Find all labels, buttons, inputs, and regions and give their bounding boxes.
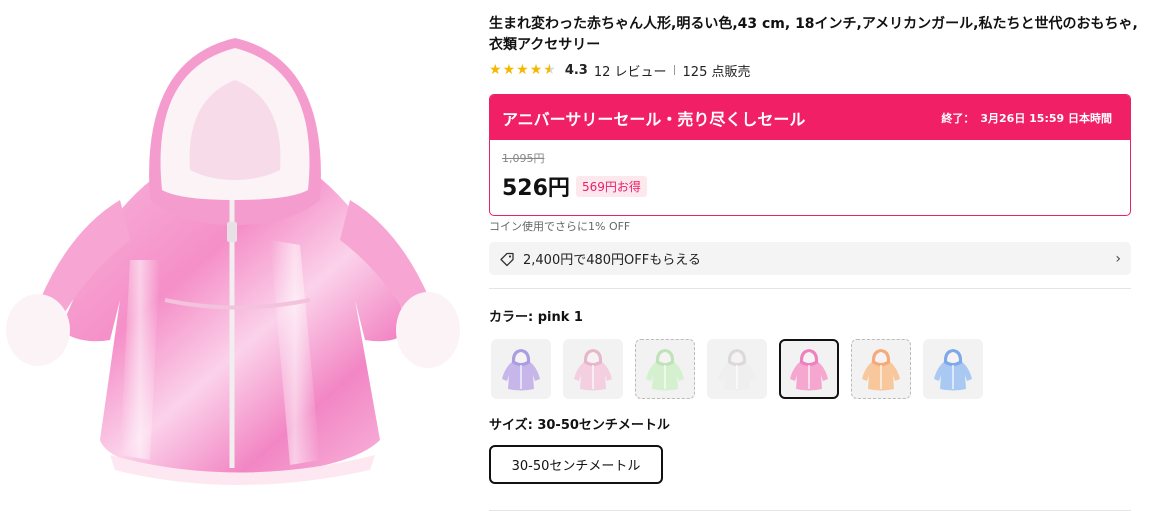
- savings-badge: 569円お得: [575, 175, 647, 197]
- sale-end-time: 終了： 3月26日 15:59 日本時間: [941, 110, 1112, 126]
- product-title: 生まれ変わった赤ちゃん人形,明るい色,43 cm, 18インチ,アメリカンガール…: [489, 16, 1138, 53]
- size-label: サイズ: 30-50センチメートル: [489, 418, 670, 433]
- coat-thumbnail-icon: [862, 349, 900, 391]
- color-swatch-white[interactable]: [707, 339, 767, 399]
- color-swatch-purple[interactable]: [491, 339, 551, 399]
- star-icon: ★: [516, 62, 529, 78]
- price-row: 526円 569円お得: [502, 170, 1118, 202]
- tag-icon: [500, 252, 514, 266]
- half-star-icon: ★: [543, 62, 556, 78]
- coat-thumbnail-icon: [646, 349, 684, 391]
- coin-note: コイン使用でさらに1% OFF: [489, 220, 631, 233]
- sold-count: 125 点販売: [682, 64, 751, 80]
- color-swatch-green[interactable]: [635, 339, 695, 399]
- section-divider: [489, 288, 1131, 289]
- chevron-right-icon: ›: [1115, 250, 1121, 267]
- star-icon: ★: [529, 62, 543, 78]
- reviews-link[interactable]: 12 レビュー: [594, 61, 667, 80]
- rating-row[interactable]: ★ ★ ★ ★ ★ 4.3 12 レビュー 125 点販売: [489, 60, 1134, 80]
- coupon-text: 2,400円で480円OFFもらえる: [523, 253, 701, 268]
- coat-thumbnail-icon: [718, 349, 756, 391]
- color-label: カラー: pink 1: [489, 310, 583, 325]
- price-section: 1,095円 526円 569円お得: [490, 140, 1130, 212]
- coat-thumbnail-icon: [502, 349, 540, 391]
- coat-thumbnail-icon: [934, 349, 972, 391]
- star-icon: ★: [502, 62, 516, 78]
- rating-stars: ★ ★ ★ ★ ★: [489, 63, 556, 77]
- color-swatch-light-pink[interactable]: [563, 339, 623, 399]
- color-swatch-orange[interactable]: [851, 339, 911, 399]
- coat-thumbnail-icon: [790, 349, 828, 391]
- star-icon: ★: [489, 62, 502, 78]
- product-image[interactable]: [0, 0, 470, 511]
- color-swatch-pink-1[interactable]: [779, 339, 839, 399]
- coupon-bar[interactable]: 2,400円で480円OFFもらえる ›: [489, 242, 1131, 275]
- original-price: 1,095円: [502, 152, 545, 165]
- product-info: 生まれ変わった赤ちゃん人形,明るい色,43 cm, 18インチ,アメリカンガール…: [489, 14, 1138, 511]
- color-swatches: [491, 339, 983, 399]
- size-option-button[interactable]: 30-50センチメートル: [489, 445, 663, 484]
- sale-box: アニバーサリーセール・売り尽くしセール 終了： 3月26日 15:59 日本時間…: [489, 94, 1131, 216]
- rating-value: 4.3: [564, 62, 588, 78]
- sale-end-prefix: 終了：: [941, 111, 975, 125]
- doll-coat-illustration: [6, 38, 460, 485]
- color-swatch-blue[interactable]: [923, 339, 983, 399]
- coat-thumbnail-icon: [574, 349, 612, 391]
- current-price: 526円: [502, 176, 570, 201]
- divider: [673, 65, 675, 75]
- sale-header: アニバーサリーセール・売り尽くしセール 終了： 3月26日 15:59 日本時間: [490, 95, 1130, 140]
- sale-title: アニバーサリーセール・売り尽くしセール: [502, 109, 806, 129]
- sale-end-value: 3月26日 15:59 日本時間: [980, 111, 1112, 125]
